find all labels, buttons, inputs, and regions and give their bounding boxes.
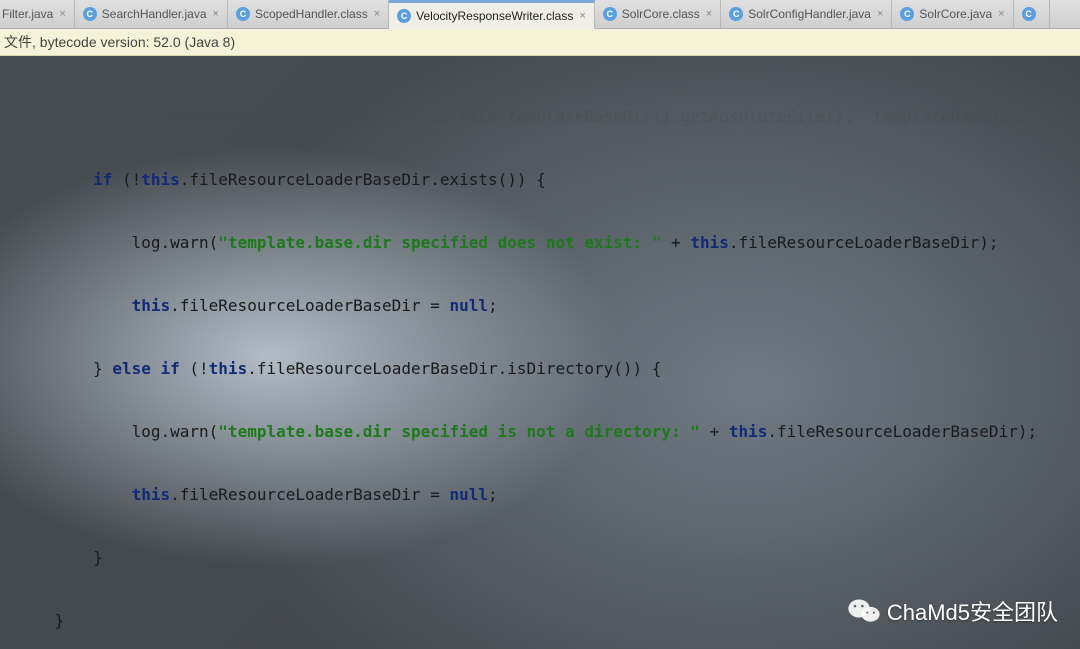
class-icon: C xyxy=(1022,7,1036,21)
code-line: } else if (!this.fileResourceLoaderBaseD… xyxy=(0,358,1080,379)
tab-label: SolrCore.class xyxy=(622,7,700,21)
watermark: ChaMd5安全团队 xyxy=(847,595,1058,627)
class-icon: C xyxy=(397,9,411,23)
wechat-icon xyxy=(847,597,881,625)
code-line: this.fileResourceLoaderBaseDir = null; xyxy=(0,295,1080,316)
decompile-info-bar: 文件, bytecode version: 52.0 (Java 8) xyxy=(0,29,1080,56)
close-icon[interactable]: × xyxy=(706,8,712,20)
tab-label: SolrCore.java xyxy=(919,7,992,21)
editor-tab-bar: Filter.java × C SearchHandler.java × C S… xyxy=(0,0,1080,29)
close-icon[interactable]: × xyxy=(998,8,1004,20)
code-line: this.fileResourceLoaderBaseDir = (new Fi… xyxy=(0,106,1080,127)
close-icon[interactable]: × xyxy=(213,8,219,20)
tab-label: SolrConfigHandler.java xyxy=(748,7,871,21)
class-icon: C xyxy=(900,7,914,21)
code-line: log.warn("template.base.dir specified is… xyxy=(0,421,1080,442)
tab-searchhandler-java[interactable]: C SearchHandler.java × xyxy=(75,0,228,28)
close-icon[interactable]: × xyxy=(579,10,585,22)
close-icon[interactable]: × xyxy=(877,8,883,20)
tab-label: Filter.java xyxy=(2,7,53,21)
class-icon: C xyxy=(83,7,97,21)
ide-root: Filter.java × C SearchHandler.java × C S… xyxy=(0,0,1080,649)
class-icon: C xyxy=(603,7,617,21)
code-line: this.fileResourceLoaderBaseDir = null; xyxy=(0,484,1080,505)
code-line: } xyxy=(0,547,1080,568)
editor-area[interactable]: this.fileResourceLoaderBaseDir = (new Fi… xyxy=(0,56,1080,649)
tab-label: SearchHandler.java xyxy=(102,7,207,21)
tab-label: VelocityResponseWriter.class xyxy=(416,9,573,23)
code-line: if (!this.fileResourceLoaderBaseDir.exis… xyxy=(0,169,1080,190)
code-line: log.warn("template.base.dir specified do… xyxy=(0,232,1080,253)
tab-velocityresponsewriter-class[interactable]: C VelocityResponseWriter.class × xyxy=(389,0,595,29)
tab-solrconfighandler-java[interactable]: C SolrConfigHandler.java × xyxy=(721,0,892,28)
tab-filter-java[interactable]: Filter.java × xyxy=(0,0,75,28)
info-text: 文件, bytecode version: 52.0 (Java 8) xyxy=(4,32,235,52)
class-icon: C xyxy=(236,7,250,21)
tab-solrcore-java[interactable]: C SolrCore.java × xyxy=(892,0,1013,28)
watermark-text: ChaMd5安全团队 xyxy=(887,595,1058,627)
class-icon: C xyxy=(729,7,743,21)
close-icon[interactable]: × xyxy=(374,8,380,20)
tab-truncated-right[interactable]: C xyxy=(1014,0,1050,28)
close-icon[interactable]: × xyxy=(59,8,65,20)
tab-label: ScopedHandler.class xyxy=(255,7,368,21)
tab-scopedhandler-class[interactable]: C ScopedHandler.class × xyxy=(228,0,389,28)
tab-solrcore-class[interactable]: C SolrCore.class × xyxy=(595,0,721,28)
